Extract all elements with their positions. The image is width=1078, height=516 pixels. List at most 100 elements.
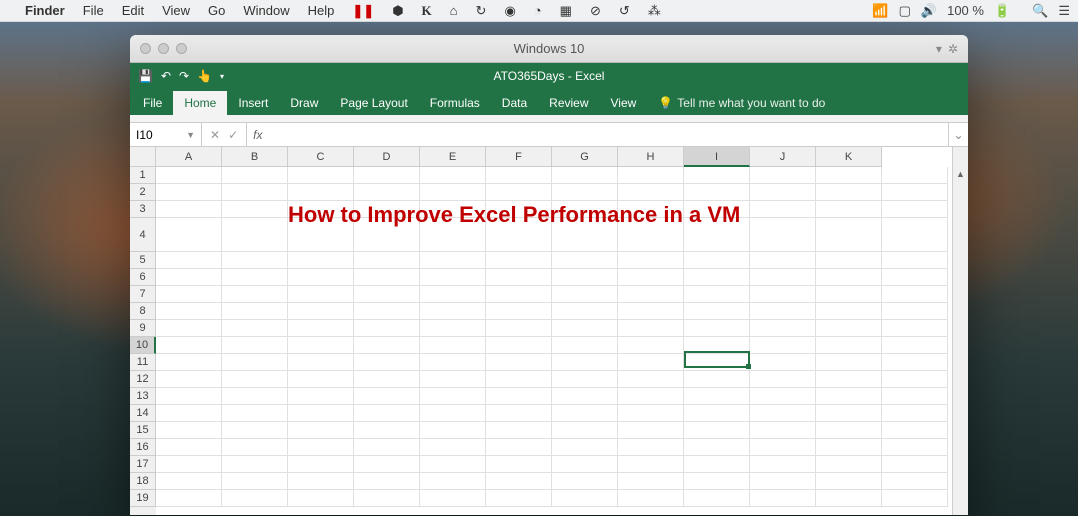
col-header[interactable]: B xyxy=(222,147,288,167)
cell[interactable] xyxy=(816,320,882,337)
cell[interactable] xyxy=(420,337,486,354)
cell[interactable] xyxy=(420,286,486,303)
cell[interactable] xyxy=(816,490,882,507)
cell[interactable] xyxy=(354,286,420,303)
cell[interactable] xyxy=(156,286,222,303)
cell[interactable] xyxy=(420,490,486,507)
cell[interactable] xyxy=(816,439,882,456)
cell[interactable] xyxy=(288,456,354,473)
cell[interactable] xyxy=(684,167,750,184)
cell[interactable] xyxy=(684,252,750,269)
formula-expand-icon[interactable]: ⌄ xyxy=(948,123,968,146)
col-header[interactable]: I xyxy=(684,147,750,167)
col-header[interactable]: H xyxy=(618,147,684,167)
cell[interactable] xyxy=(222,167,288,184)
col-header[interactable]: G xyxy=(552,147,618,167)
cell[interactable] xyxy=(882,252,948,269)
cell[interactable] xyxy=(750,252,816,269)
cell[interactable] xyxy=(486,388,552,405)
cell[interactable] xyxy=(816,218,882,252)
cell[interactable] xyxy=(816,337,882,354)
cell[interactable] xyxy=(750,269,816,286)
cell[interactable] xyxy=(618,439,684,456)
cell[interactable] xyxy=(156,354,222,371)
cell[interactable] xyxy=(420,167,486,184)
cell[interactable] xyxy=(222,439,288,456)
cell[interactable] xyxy=(420,388,486,405)
col-header[interactable]: D xyxy=(354,147,420,167)
name-box[interactable]: ▼ xyxy=(130,123,202,146)
cell[interactable] xyxy=(288,388,354,405)
cell[interactable] xyxy=(486,320,552,337)
menu-file[interactable]: File xyxy=(74,3,113,18)
cell[interactable] xyxy=(882,405,948,422)
cell[interactable] xyxy=(816,269,882,286)
battery-percent[interactable]: 100 % xyxy=(947,3,984,18)
cell[interactable] xyxy=(420,303,486,320)
cell[interactable] xyxy=(882,371,948,388)
row-header[interactable]: 3 xyxy=(130,201,156,218)
row-header[interactable]: 11 xyxy=(130,354,156,371)
cell[interactable] xyxy=(552,286,618,303)
menu-view[interactable]: View xyxy=(153,3,199,18)
cell[interactable] xyxy=(750,218,816,252)
spotlight-icon[interactable]: 🔍 xyxy=(1032,3,1048,19)
row-header[interactable]: 13 xyxy=(130,388,156,405)
row-header[interactable]: 1 xyxy=(130,167,156,184)
cell[interactable] xyxy=(222,388,288,405)
cell[interactable] xyxy=(684,388,750,405)
cell[interactable] xyxy=(552,167,618,184)
cell[interactable] xyxy=(552,371,618,388)
fx-icon[interactable]: fx xyxy=(247,128,268,142)
cell[interactable] xyxy=(882,218,948,252)
col-header[interactable]: K xyxy=(816,147,882,167)
creative-cloud-icon[interactable]: ◉ xyxy=(495,3,524,19)
cell[interactable] xyxy=(816,405,882,422)
cell[interactable] xyxy=(882,388,948,405)
cell[interactable] xyxy=(816,286,882,303)
cell[interactable] xyxy=(222,354,288,371)
cell[interactable] xyxy=(486,337,552,354)
cell[interactable] xyxy=(882,303,948,320)
tab-review[interactable]: Review xyxy=(538,91,599,115)
cell[interactable] xyxy=(882,456,948,473)
cell[interactable] xyxy=(156,218,222,252)
name-box-input[interactable] xyxy=(136,128,176,142)
cell[interactable] xyxy=(354,439,420,456)
cell[interactable] xyxy=(552,473,618,490)
cell[interactable] xyxy=(288,490,354,507)
cell[interactable] xyxy=(552,337,618,354)
row-header[interactable]: 12 xyxy=(130,371,156,388)
cell[interactable] xyxy=(288,303,354,320)
cell[interactable] xyxy=(552,303,618,320)
cell[interactable] xyxy=(156,371,222,388)
cell[interactable] xyxy=(882,269,948,286)
cell[interactable] xyxy=(222,456,288,473)
cell[interactable] xyxy=(486,490,552,507)
cell[interactable] xyxy=(816,456,882,473)
cell[interactable] xyxy=(420,473,486,490)
cell[interactable] xyxy=(882,439,948,456)
cell[interactable] xyxy=(420,252,486,269)
cell[interactable] xyxy=(882,422,948,439)
cell[interactable] xyxy=(288,473,354,490)
cell[interactable] xyxy=(156,320,222,337)
cell[interactable] xyxy=(816,252,882,269)
cell[interactable] xyxy=(486,303,552,320)
cell[interactable] xyxy=(222,303,288,320)
cell[interactable] xyxy=(156,439,222,456)
cell[interactable] xyxy=(288,371,354,388)
cell[interactable] xyxy=(222,405,288,422)
menu-window[interactable]: Window xyxy=(234,3,298,18)
tab-page-layout[interactable]: Page Layout xyxy=(329,91,418,115)
cell[interactable] xyxy=(288,354,354,371)
cell[interactable] xyxy=(486,439,552,456)
k-menulet-icon[interactable]: K xyxy=(413,3,441,19)
cell[interactable] xyxy=(288,337,354,354)
cell[interactable] xyxy=(882,320,948,337)
cell[interactable] xyxy=(618,405,684,422)
cell[interactable] xyxy=(618,337,684,354)
cell[interactable] xyxy=(486,371,552,388)
cell[interactable] xyxy=(486,354,552,371)
checkmark-icon[interactable]: ⊘ xyxy=(581,3,610,19)
